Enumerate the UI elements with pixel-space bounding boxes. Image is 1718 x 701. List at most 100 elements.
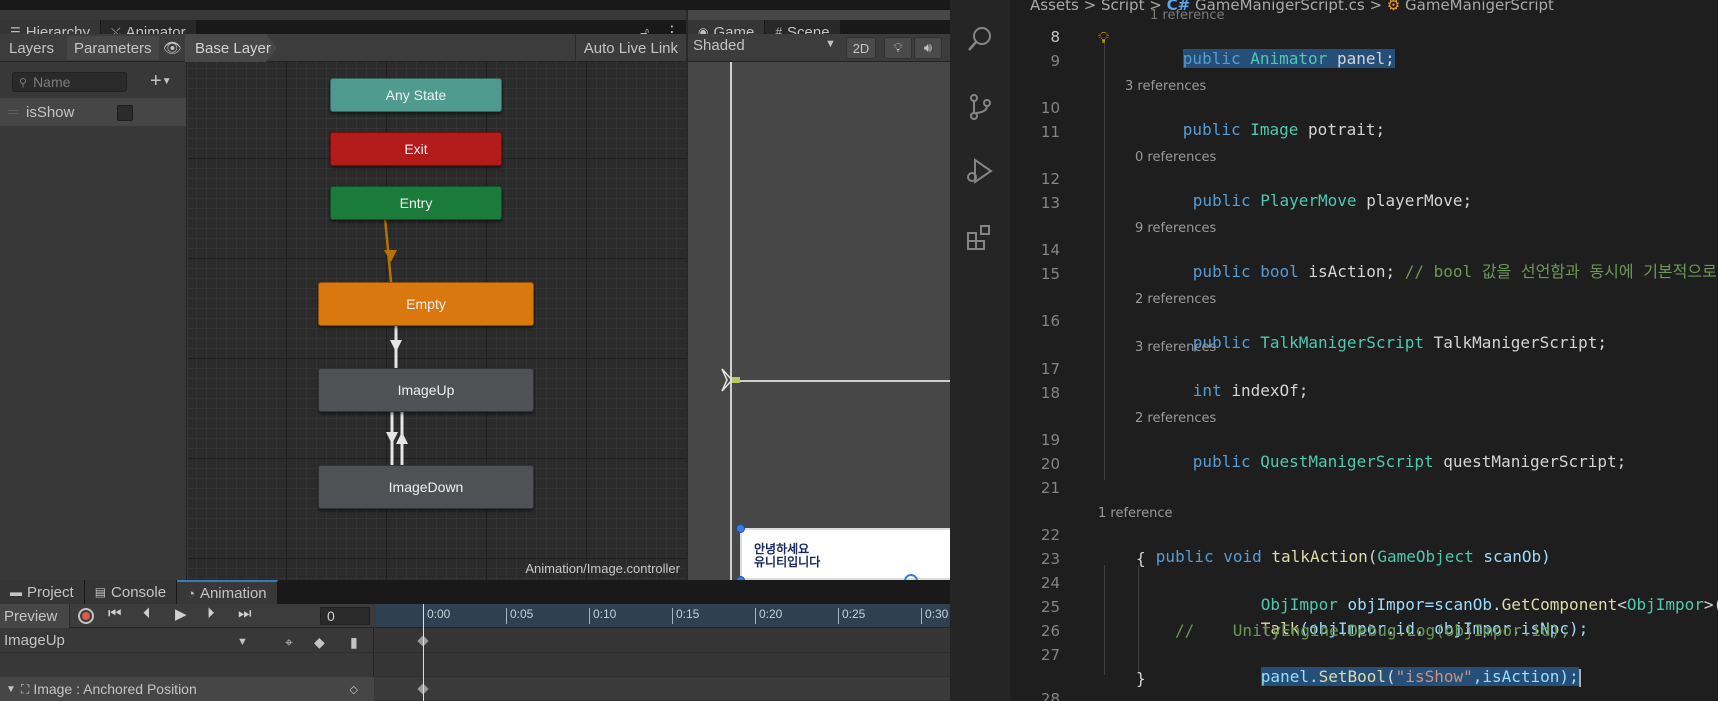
clip-name: ImageUp <box>4 632 65 649</box>
keyword: public <box>1192 262 1251 281</box>
console-icon: ▤ <box>94 585 107 599</box>
keyword: public <box>1182 49 1241 68</box>
scene-window: ◉ Game # Scene Shaded ▼ 2D 💡︎ 🔊︎ 안녕하세요 유… <box>688 10 950 588</box>
extensions-icon[interactable] <box>965 222 995 252</box>
state-any-state[interactable]: Any State <box>330 78 502 112</box>
play-icon[interactable]: ▶︎ <box>175 605 187 623</box>
run-debug-icon[interactable] <box>965 156 995 186</box>
add-parameter-button[interactable]: +▼ <box>150 70 172 93</box>
search-icon[interactable] <box>965 24 995 54</box>
codelens[interactable]: 0 references <box>1135 150 1216 165</box>
chevron-down-icon: ▼ <box>237 636 248 648</box>
codelens[interactable]: 1 reference <box>1150 8 1224 23</box>
code-line-10: public Image potrait; <box>1125 97 1385 139</box>
next-keyframe-icon[interactable]: ⏵︎ <box>207 605 215 622</box>
line-number: 20 <box>1040 455 1060 473</box>
shading-mode-dropdown[interactable]: Shaded <box>693 37 745 54</box>
toggle-2d-button[interactable]: 2D <box>846 37 876 59</box>
tab-console-label: Console <box>111 583 167 601</box>
previous-keyframe-icon[interactable]: ⏴︎ <box>143 605 151 622</box>
state-machine-graph[interactable]: Any State Exit Entry Empty ImageUp Image… <box>188 62 686 580</box>
breadcrumb-label: Base Layer <box>195 39 271 57</box>
clock-icon: ◔ <box>187 585 195 601</box>
source-control-icon[interactable] <box>965 92 995 122</box>
parameter-row[interactable]: isShow <box>0 98 186 126</box>
state-entry-label: Entry <box>399 195 433 211</box>
rect-handle[interactable] <box>736 524 745 533</box>
codelens[interactable]: 3 references <box>1135 340 1216 355</box>
tab-animation[interactable]: ◔ Animation <box>177 580 278 604</box>
animation-controls: Preview ⏮︎ ⏴︎ ▶︎ ⏵︎ ⏭︎ 0 <box>0 604 374 628</box>
state-any-state-label: Any State <box>385 87 447 103</box>
codelens[interactable]: 2 references <box>1135 411 1216 426</box>
state-exit[interactable]: Exit <box>330 132 502 166</box>
type: GameObject <box>1377 547 1474 566</box>
line-number: 10 <box>1040 99 1060 117</box>
keyword: public <box>1155 547 1214 566</box>
state-imageup[interactable]: ImageUp <box>318 368 534 412</box>
code-line-22: public void talkAction(GameObject scanOb… <box>1098 524 1551 566</box>
record-icon[interactable] <box>78 608 94 624</box>
parameter-bool-checkbox[interactable] <box>117 105 133 121</box>
tick-label: 0:10 <box>589 608 616 624</box>
type: Animator <box>1250 49 1328 68</box>
playhead[interactable] <box>423 604 424 701</box>
line-number: 18 <box>1040 384 1060 402</box>
state-entry[interactable]: Entry <box>330 186 502 220</box>
dialog-panel-preview[interactable]: 안녕하세요 유니티입니다 <box>740 528 950 580</box>
first-keyframe-icon[interactable]: ⏮︎ <box>108 605 122 622</box>
dialog-text-line2: 유니티입니다 <box>754 555 821 569</box>
type: void <box>1223 547 1262 566</box>
chevron-down-icon: ▼ <box>161 76 172 88</box>
chevron-down-icon: ▼ <box>825 38 836 50</box>
text-cursor <box>1578 668 1581 687</box>
add-keyframe-icon[interactable]: ◆ <box>314 634 325 651</box>
codelens[interactable]: 2 references <box>1135 292 1216 307</box>
keyword: public <box>1192 452 1251 471</box>
parameter-search-input[interactable]: ⚲ Name <box>12 72 127 92</box>
keyframe-toggle-icon[interactable]: ◇ <box>350 683 358 696</box>
preview-button[interactable]: Preview <box>0 604 70 628</box>
tick-label: 0:30 <box>921 608 948 624</box>
drag-handle-icon[interactable] <box>8 110 18 114</box>
comment: // bool 값을 선언함과 동시에 기본적으로 f <box>1404 262 1718 281</box>
codelens[interactable]: 1 reference <box>1098 506 1172 521</box>
state-empty[interactable]: Empty <box>318 282 534 326</box>
audio-icon[interactable]: 🔊︎ <box>914 37 942 59</box>
add-event-icon[interactable]: ▮ <box>350 634 358 651</box>
auto-live-link-button[interactable]: Auto Live Link <box>574 34 686 62</box>
property-row[interactable]: ▼ ⛶ Image : Anchored Position ◇ <box>0 677 374 701</box>
state-imagedown[interactable]: ImageDown <box>318 465 534 509</box>
tab-animation-label: Animation <box>199 584 267 602</box>
anchored-position-icon: ⛶ <box>20 681 30 696</box>
dopesheet[interactable]: 0:00 0:05 0:10 0:15 0:20 0:25 0:30 <box>375 604 950 701</box>
property-keyframe-row <box>375 677 950 701</box>
tab-console[interactable]: ▤ Console <box>84 580 178 604</box>
eye-icon[interactable]: 👁︎ <box>163 39 182 57</box>
last-keyframe-icon[interactable]: ⏭︎ <box>238 605 252 622</box>
breadcrumb-base-layer[interactable]: Base Layer <box>185 34 277 62</box>
parameters-tab[interactable]: Parameters <box>67 36 159 60</box>
layers-tab[interactable]: Layers <box>2 36 61 60</box>
codelens[interactable]: 3 references <box>1125 79 1206 94</box>
line-number: 16 <box>1040 312 1060 330</box>
code-editor[interactable]: 1 reference 💡︎ 8 9 10 11 12 13 14 15 16 … <box>1010 0 1718 701</box>
camera-gizmo-icon <box>721 368 740 392</box>
state-imagedown-label: ImageDown <box>388 479 464 495</box>
line-number: 8 <box>1050 28 1060 46</box>
auto-live-link-label: Auto Live Link <box>583 39 678 57</box>
frame-input[interactable]: 0 <box>320 607 370 625</box>
arrowhead-down-icon <box>390 340 402 352</box>
entry-arrowhead <box>384 250 397 262</box>
punctuation: ( <box>1367 547 1378 566</box>
codelens[interactable]: 9 references <box>1135 221 1216 236</box>
tab-project[interactable]: ▬ Project <box>0 580 85 604</box>
line-number: 27 <box>1040 646 1060 664</box>
scene-viewport[interactable]: 안녕하세요 유니티입니다 <box>688 62 950 588</box>
filter-keyframes-icon[interactable]: ⌖ <box>285 634 293 651</box>
lighting-icon[interactable]: 💡︎ <box>884 37 912 59</box>
line-number: 24 <box>1040 574 1060 592</box>
tick-label: 0:05 <box>506 608 533 624</box>
timeline-ruler[interactable]: 0:00 0:05 0:10 0:15 0:20 0:25 0:30 <box>375 604 950 628</box>
lightbulb-icon[interactable]: 💡︎ <box>1098 28 1109 48</box>
